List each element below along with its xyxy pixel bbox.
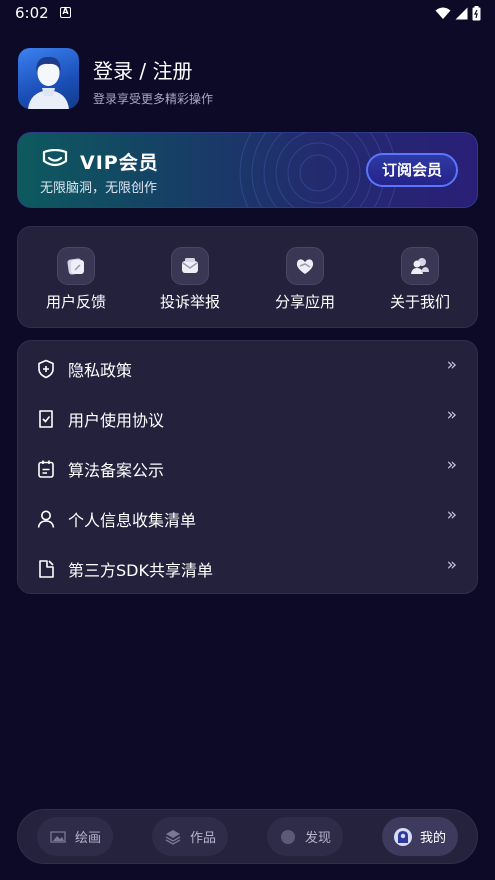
menu-item-label: 第三方SDK共享清单 (68, 561, 213, 580)
vip-title: VIP会员 (80, 152, 159, 174)
tab-works[interactable]: 作品 (152, 817, 228, 856)
quick-action-label: 用户反馈 (45, 293, 106, 311)
chevron-double-right-icon: » (446, 505, 457, 525)
calendar-icon (38, 460, 54, 478)
quick-action-complaint[interactable]: 投诉举报 (133, 247, 247, 312)
tab-discover[interactable]: 发现 (267, 817, 343, 856)
profile-icon (393, 827, 412, 846)
profile-header[interactable]: 登录 / 注册 登录享受更多精彩操作 (18, 48, 478, 112)
file-icon (39, 560, 54, 578)
quick-action-share[interactable]: 分享应用 (248, 247, 362, 312)
chevron-double-right-icon: » (446, 405, 457, 425)
chevron-double-right-icon: » (446, 455, 457, 475)
settings-menu-card: 隐私政策 » 用户使用协议 » 算法备案公示 » 个人信息收集清单 » 第三方S… (17, 340, 478, 594)
wifi-icon (435, 7, 451, 19)
signal-icon (455, 7, 468, 20)
status-bar: 6:02 A (0, 0, 495, 28)
quick-action-label: 关于我们 (389, 293, 450, 311)
shield-icon (38, 359, 54, 379)
tab-label: 作品 (189, 831, 216, 846)
tab-mine[interactable]: 我的 (382, 817, 458, 856)
tab-label: 我的 (419, 831, 446, 846)
tab-label: 绘画 (74, 831, 101, 846)
feedback-icon (57, 247, 95, 285)
person-icon (37, 510, 55, 528)
bottom-tab-bar: 绘画 作品 发现 我的 (17, 809, 478, 864)
menu-item-label: 隐私政策 (68, 361, 133, 380)
quick-actions-card: 用户反馈 投诉举报 分享应用 关于我们 (17, 226, 478, 328)
menu-item-user-agreement[interactable]: 用户使用协议 » (18, 393, 477, 443)
notification-badge-icon: A (60, 7, 71, 18)
quick-action-feedback[interactable]: 用户反馈 (19, 247, 133, 312)
complaint-icon (171, 247, 209, 285)
quick-action-about[interactable]: 关于我们 (363, 247, 477, 312)
vip-card[interactable]: VIP会员 无限脑洞，无限创作 订阅会员 (17, 132, 478, 208)
chevron-double-right-icon: » (446, 555, 457, 575)
status-time: 6:02 (15, 4, 49, 22)
subscribe-button[interactable]: 订阅会员 (366, 153, 458, 187)
menu-item-privacy-policy[interactable]: 隐私政策 » (18, 343, 477, 393)
battery-icon (472, 6, 481, 21)
quick-action-label: 分享应用 (274, 293, 335, 311)
share-icon (286, 247, 324, 285)
quick-action-label: 投诉举报 (159, 293, 220, 311)
default-avatar-icon (28, 56, 69, 109)
tab-label: 发现 (304, 831, 331, 846)
layers-icon (164, 828, 182, 846)
tab-draw[interactable]: 绘画 (37, 817, 113, 856)
login-register-title[interactable]: 登录 / 注册 (93, 55, 192, 84)
menu-item-third-party-sdk[interactable]: 第三方SDK共享清单 » (18, 543, 477, 593)
menu-item-personal-info-list[interactable]: 个人信息收集清单 » (18, 493, 477, 543)
vip-crown-icon (42, 149, 68, 167)
menu-item-label: 用户使用协议 (68, 411, 165, 430)
compass-icon (279, 828, 297, 846)
login-subtitle: 登录享受更多精彩操作 (93, 92, 214, 106)
about-icon (401, 247, 439, 285)
menu-item-label: 个人信息收集清单 (68, 511, 197, 530)
menu-item-algorithm-filing[interactable]: 算法备案公示 » (18, 443, 477, 493)
document-check-icon (39, 410, 53, 428)
status-indicators (435, 6, 481, 21)
menu-item-label: 算法备案公示 (68, 461, 165, 480)
chevron-double-right-icon: » (446, 355, 457, 375)
avatar[interactable] (18, 48, 79, 109)
vip-subtitle: 无限脑洞，无限创作 (40, 181, 158, 196)
image-icon (49, 828, 67, 846)
